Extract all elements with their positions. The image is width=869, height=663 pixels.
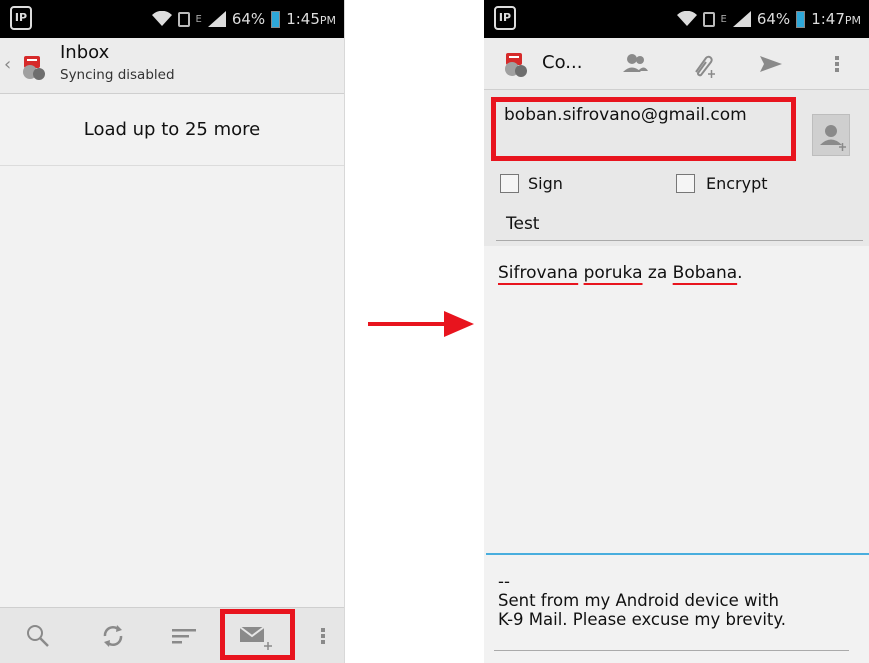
battery-percent: 64%: [756, 10, 791, 28]
overflow-menu-icon[interactable]: [831, 50, 843, 78]
status-bar: IP E 64% 1:47PM: [484, 0, 869, 38]
status-indicators: E 64% 1:47PM: [676, 0, 861, 38]
load-more-button[interactable]: Load up to 25 more: [0, 94, 344, 166]
k9-mail-app-icon[interactable]: [18, 52, 48, 82]
status-bar: IP E 64% 1:45PM: [0, 0, 344, 38]
signature-dashes: --: [498, 572, 510, 591]
signature-line-1: Sent from my Android device with: [498, 591, 780, 610]
sort-icon[interactable]: [170, 622, 198, 650]
action-bar: Co...: [484, 38, 869, 90]
attach-icon[interactable]: [688, 50, 718, 78]
network-type: E: [720, 13, 727, 25]
transition-arrow-icon: [368, 311, 474, 337]
battery-icon: [271, 10, 281, 28]
back-chevron-icon[interactable]: ‹: [4, 54, 11, 75]
inbox-screen: IP E 64% 1:45PM ‹ Inbox Syncing disabled…: [0, 0, 345, 663]
signal-icon: [732, 11, 751, 27]
battery-percent: 64%: [231, 10, 266, 28]
k9-mail-app-icon[interactable]: [500, 49, 530, 79]
signature-underline: [494, 650, 849, 651]
wifi-icon: [676, 11, 697, 26]
sign-label: Sign: [528, 174, 563, 193]
sim-icon: [702, 11, 715, 27]
encrypt-label: Encrypt: [706, 174, 768, 193]
sim-icon: [177, 11, 190, 27]
body-word: za: [647, 263, 668, 283]
refresh-icon[interactable]: [99, 622, 127, 650]
status-indicators: E 64% 1:45PM: [151, 0, 336, 38]
encrypt-checkbox[interactable]: [676, 174, 695, 193]
network-type: E: [195, 13, 202, 25]
compose-highlight-box: [220, 609, 295, 660]
body-punctuation: .: [737, 263, 743, 283]
body-word: poruka: [583, 263, 643, 283]
signal-icon: [207, 11, 226, 27]
search-icon[interactable]: [24, 622, 52, 650]
compose-header: boban.sifrovano@gmail.com Sign Encrypt T…: [484, 90, 869, 246]
subject-underline: [496, 240, 863, 241]
signature-line-2: K-9 Mail. Please excuse my brevity.: [498, 610, 787, 629]
action-bar: ‹ Inbox Syncing disabled: [0, 38, 344, 94]
clock: 1:47PM: [811, 10, 861, 28]
subject-field[interactable]: Test: [506, 214, 539, 234]
add-contact-button[interactable]: [812, 114, 850, 156]
folder-title: Inbox: [60, 42, 110, 63]
overflow-menu-icon[interactable]: [318, 622, 328, 650]
body-word: Sifrovana: [498, 263, 579, 283]
sync-status: Syncing disabled: [60, 67, 175, 83]
notification-app-badge: IP: [494, 6, 516, 30]
compose-screen: IP E 64% 1:47PM Co... boban.sifrovano@gm…: [484, 0, 869, 663]
add-contact-icon: [820, 125, 846, 151]
battery-icon: [796, 10, 806, 28]
message-body-field[interactable]: Sifrovana poruka za Bobana.: [484, 246, 869, 557]
notification-app-badge: IP: [10, 6, 32, 30]
body-focus-line: [486, 553, 869, 555]
sign-checkbox[interactable]: [500, 174, 519, 193]
signature-field[interactable]: -- Sent from my Android device with K-9 …: [498, 572, 849, 629]
clock: 1:45PM: [286, 10, 336, 28]
contacts-icon[interactable]: [620, 50, 650, 78]
send-icon[interactable]: [756, 50, 786, 78]
message-body-text: Sifrovana poruka za Bobana.: [498, 263, 743, 283]
recipient-highlight-box: [491, 97, 796, 161]
compose-title: Co...: [542, 52, 583, 73]
body-word: Bobana: [672, 263, 738, 283]
wifi-icon: [151, 11, 172, 26]
